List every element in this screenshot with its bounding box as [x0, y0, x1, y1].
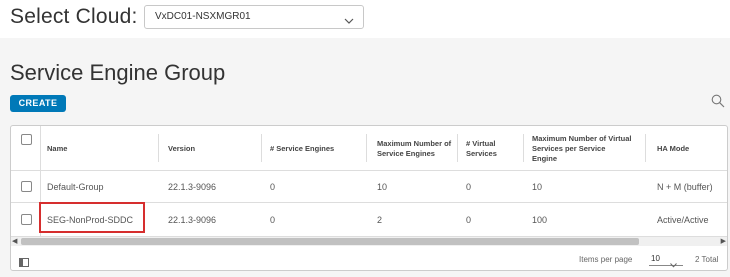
search-icon[interactable]	[711, 94, 725, 113]
service-engine-group-grid: Name Version # Service Engines Maximum N…	[10, 125, 728, 271]
cloud-select-value: VxDC01-NSXMGR01	[155, 11, 251, 22]
items-per-page-label: Items per page	[579, 255, 633, 264]
scroll-right-icon[interactable]: ▶	[721, 237, 726, 246]
grid-header-row: Name Version # Service Engines Maximum N…	[11, 126, 727, 171]
column-toggle-icon[interactable]	[19, 254, 29, 270]
header-max-service-engines[interactable]: Maximum Number of Service Engines	[377, 126, 457, 171]
header-name[interactable]: Name	[47, 126, 147, 171]
table-row[interactable]: Default-Group 22.1.3-9096 0 10 0 10 N + …	[11, 171, 727, 203]
header-service-engines[interactable]: # Service Engines	[270, 126, 360, 171]
cell-service-engines: 0	[270, 182, 276, 192]
cell-max-vs-per-se: 100	[532, 215, 548, 225]
cell-version: 22.1.3-9096	[168, 182, 217, 192]
total-count: 2 Total	[695, 255, 719, 264]
chevron-down-icon	[670, 255, 677, 270]
header-max-vs-per-se[interactable]: Maximum Number of Virtual Services per S…	[532, 126, 632, 171]
header-version[interactable]: Version	[168, 126, 248, 171]
scroll-left-icon[interactable]: ◀	[12, 237, 17, 246]
cell-max-service-engines: 10	[377, 182, 388, 192]
scrollbar-thumb[interactable]	[21, 238, 639, 245]
items-per-page-select[interactable]: 10	[649, 251, 683, 268]
header-ha-mode[interactable]: HA Mode	[657, 126, 727, 171]
cell-virtual-services: 0	[466, 182, 472, 192]
select-cloud-label: Select Cloud:	[10, 5, 138, 28]
highlight-annotation	[39, 202, 145, 233]
cloud-select-dropdown[interactable]: VxDC01-NSXMGR01	[144, 5, 364, 29]
page-title: Service Engine Group	[10, 60, 226, 85]
main-content: Service Engine Group CREATE Name Version…	[0, 38, 730, 277]
select-all-checkbox[interactable]	[21, 134, 32, 145]
horizontal-scrollbar[interactable]: ◀ ▶	[11, 237, 727, 246]
grid-footer: Items per page 10 2 Total	[11, 246, 727, 270]
header-virtual-services[interactable]: # Virtual Services	[466, 126, 521, 171]
cell-max-service-engines: 2	[377, 215, 383, 225]
items-per-page-value: 10	[651, 254, 660, 263]
cell-ha-mode: N + M (buffer)	[657, 182, 713, 192]
cell-virtual-services: 0	[466, 215, 472, 225]
cell-ha-mode: Active/Active	[657, 215, 709, 225]
cell-name[interactable]: Default-Group	[47, 182, 104, 192]
cell-max-vs-per-se: 10	[532, 182, 543, 192]
row-checkbox[interactable]	[21, 214, 32, 225]
create-button[interactable]: CREATE	[10, 95, 66, 112]
cell-version: 22.1.3-9096	[168, 215, 217, 225]
chevron-down-icon	[344, 12, 354, 30]
cloud-selector-bar: Select Cloud: VxDC01-NSXMGR01	[0, 0, 730, 38]
row-checkbox[interactable]	[21, 181, 32, 192]
cell-service-engines: 0	[270, 215, 276, 225]
